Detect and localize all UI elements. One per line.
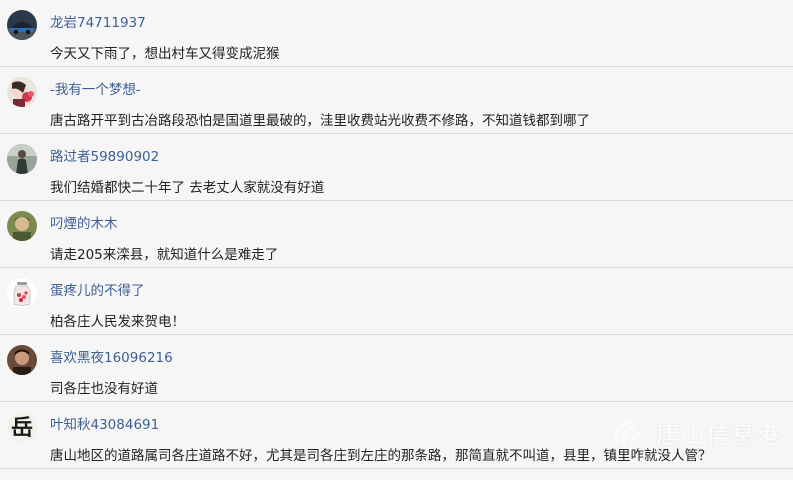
comment-item: -我有一个梦想- 唐古路开平到古冶路段恐怕是国道里最破的，洼里收费站光收费不修路… — [0, 67, 793, 134]
person-standing-avatar-icon[interactable] — [7, 144, 37, 174]
portrait-avatar-icon[interactable] — [7, 345, 37, 375]
comment-username[interactable]: 龙岩74711937 — [50, 11, 146, 31]
comment-text: 唐山地区的道路属司各庄道路不好，尤其是司各庄到左庄的那条路，那简直就不叫道，县里… — [50, 448, 712, 464]
comment-text: 柏各庄人民发来贺电！ — [50, 314, 185, 330]
comment-item: 路过者59890902 我们结婚都快二十年了 去老丈人家就没有好道 — [0, 134, 793, 201]
flower-avatar-icon[interactable] — [7, 77, 37, 107]
comment-username[interactable]: 叼煙的木木 — [50, 212, 118, 232]
comment-text: 我们结婚都快二十年了 去老丈人家就没有好道 — [50, 180, 325, 196]
comment-item: 叼煙的木木 请走205来滦县，就知道什么是难走了 — [0, 201, 793, 268]
comment-item: 龙岩74711937 今天又下雨了，想出村车又得变成泥猴 — [0, 0, 793, 67]
calligraphy-yue-avatar-icon[interactable]: 岳 — [7, 412, 37, 442]
comment-item: 岳 叶知秋43084691 唐山地区的道路属司各庄道路不好，尤其是司各庄到左庄的… — [0, 402, 793, 469]
jar-avatar-icon[interactable] — [7, 278, 37, 308]
car-avatar-icon[interactable] — [7, 10, 37, 40]
comment-username[interactable]: 叶知秋43084691 — [50, 413, 159, 433]
comment-text: 司各庄也没有好道 — [50, 381, 158, 397]
comment-username[interactable]: 蛋疼儿的不得了 — [50, 279, 145, 299]
comment-item: 喜欢黑夜16096216 司各庄也没有好道 — [0, 335, 793, 402]
photo-avatar-icon[interactable] — [7, 211, 37, 241]
comment-text: 唐古路开平到古冶路段恐怕是国道里最破的，洼里收费站光收费不修路，不知道钱都到哪了 — [50, 113, 590, 129]
comment-username[interactable]: 喜欢黑夜16096216 — [50, 346, 173, 366]
comment-text: 请走205来滦县，就知道什么是难走了 — [50, 247, 279, 263]
comment-text: 今天又下雨了，想出村车又得变成泥猴 — [50, 46, 280, 62]
comment-item: 蛋疼儿的不得了 柏各庄人民发来贺电！ — [0, 268, 793, 335]
comment-list: 龙岩74711937 今天又下雨了，想出村车又得变成泥猴 -我有一个梦想- 唐古… — [0, 0, 793, 480]
comment-username[interactable]: -我有一个梦想- — [50, 78, 141, 98]
comment-username[interactable]: 路过者59890902 — [50, 145, 159, 165]
svg-text:岳: 岳 — [11, 415, 33, 441]
